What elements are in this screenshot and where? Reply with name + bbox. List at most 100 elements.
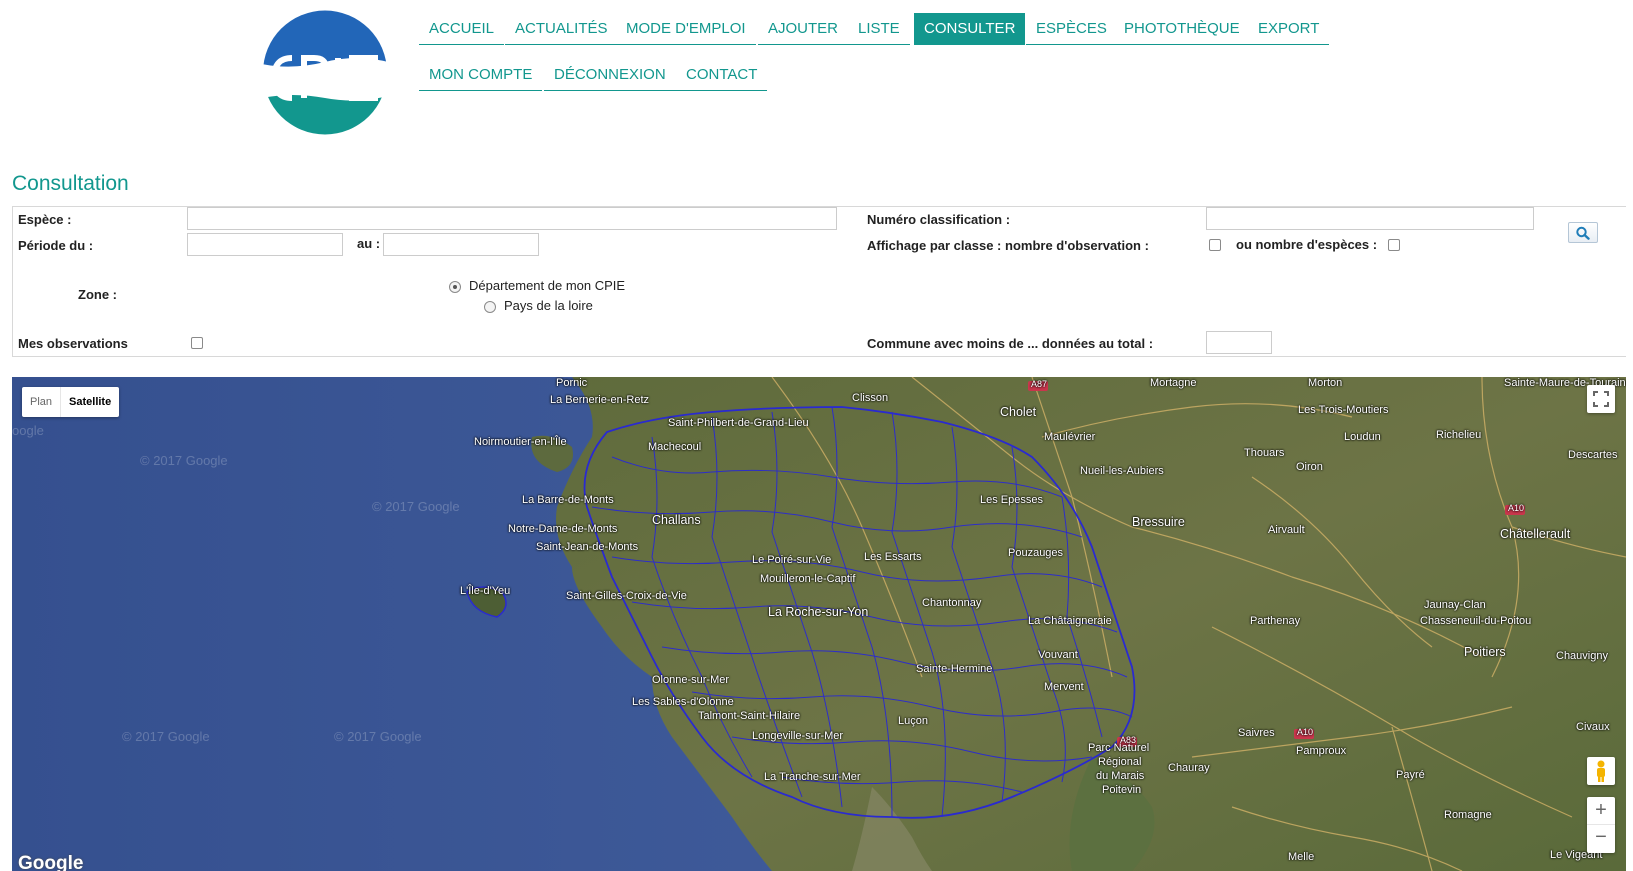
numero-classification-label: Numéro classification : <box>867 212 1011 227</box>
nav-mode-emploi[interactable]: MODE D'EMPLOI <box>616 13 756 45</box>
map-place-label: Pamproux <box>1296 745 1347 757</box>
nav-export[interactable]: EXPORT <box>1248 13 1330 45</box>
map-place-label: Les Epesses <box>980 494 1043 506</box>
map-watermark: © 2017 Google <box>122 729 210 744</box>
pegman-button[interactable] <box>1587 757 1615 785</box>
map-place-label: Longeville-sur-Mer <box>752 730 844 742</box>
map-place-label: La Bernerie-en-Retz <box>550 394 650 406</box>
map-view[interactable]: A87 A83 A10 A10 oogle © 2017 Google © 20… <box>12 377 1626 871</box>
map-place-label: Maulévrier <box>1044 431 1096 443</box>
fullscreen-button[interactable] <box>1587 385 1615 413</box>
map-place-label: Machecoul <box>648 441 702 453</box>
map-place-label: Clisson <box>852 392 889 404</box>
map-place-label: Pouzauges <box>1008 547 1064 559</box>
nav-ajouter[interactable]: AJOUTER <box>758 13 849 45</box>
map-place-label: Châtellerault <box>1500 527 1571 541</box>
map-place-label: Mortagne <box>1150 377 1197 389</box>
zoom-in-button[interactable]: + <box>1587 797 1615 825</box>
map-place-label: Romagne <box>1444 809 1492 821</box>
fullscreen-icon <box>1593 391 1609 407</box>
map-place-label: Saint-Gilles-Croix-de-Vie <box>566 590 687 602</box>
nav-phototheque[interactable]: PHOTOTHÈQUE <box>1114 13 1250 45</box>
map-place-label: Mouilleron-le-Captif <box>760 573 856 585</box>
map-place-label: Chauvigny <box>1556 650 1608 662</box>
map-place-label: Olonne-sur-Mer <box>652 674 730 686</box>
zone-radio-departement[interactable] <box>449 281 461 293</box>
periode-label: Période du : <box>18 238 94 253</box>
mes-observations-label: Mes observations <box>18 336 128 351</box>
map-place-label: Bressuire <box>1132 515 1185 529</box>
search-button[interactable] <box>1568 222 1598 243</box>
nav-consulter[interactable]: CONSULTER <box>914 13 1026 45</box>
zone-radio-pays-loire[interactable] <box>484 301 496 313</box>
map-watermark: © 2017 Google <box>334 729 422 744</box>
map-place-label: Sainte-Hermine <box>916 663 993 675</box>
espece-input[interactable] <box>187 207 837 230</box>
nav-deconnexion[interactable]: DÉCONNEXION <box>544 59 676 91</box>
map-place-label: Les Trois-Moutiers <box>1298 404 1389 416</box>
map-place-label: Poitiers <box>1464 645 1506 659</box>
zone-option-pays-loire-label: Pays de la loire <box>504 298 593 313</box>
map-place-label: Luçon <box>898 715 928 727</box>
map-place-label: Saivres <box>1238 727 1275 739</box>
map-place-label: Les Essarts <box>864 551 922 563</box>
page-title: Consultation <box>12 172 129 195</box>
affichage-classe-label: Affichage par classe : nombre d'observat… <box>867 238 1149 253</box>
map-place-label: Parc Naturel <box>1088 742 1150 754</box>
nav-contact[interactable]: CONTACT <box>676 59 768 91</box>
au-label: au : <box>357 236 381 251</box>
zone-option-departement-label: Département de mon CPIE <box>469 278 626 293</box>
map-watermark: oogle <box>12 423 44 438</box>
map-type-satellite-button[interactable]: Satellite <box>60 387 119 417</box>
map-place-label: Régional <box>1098 756 1142 768</box>
map-place-label: Nueil-les-Aubiers <box>1080 465 1164 477</box>
map-place-label: Loudun <box>1344 431 1381 443</box>
map-place-label: Cholet <box>1000 405 1037 419</box>
map-road-label: A10 <box>1508 503 1525 513</box>
affichage-nb-observation-checkbox[interactable] <box>1209 239 1221 251</box>
magnifier-icon <box>1576 226 1590 240</box>
map-road-label: A87 <box>1031 379 1048 389</box>
map-place-label: Challans <box>652 513 701 527</box>
map-watermark: © 2017 Google <box>140 453 228 468</box>
map-place-label: Noirmoutier-en-l'Île <box>474 436 567 448</box>
periode-to-input[interactable] <box>383 233 539 256</box>
nav-accueil[interactable]: ACCUEIL <box>419 13 505 45</box>
nav-mon-compte[interactable]: MON COMPTE <box>419 59 543 91</box>
nav-actualites[interactable]: ACTUALITÉS <box>505 13 618 45</box>
map-place-label: La Roche-sur-Yon <box>768 605 869 619</box>
map-place-label: du Marais <box>1096 770 1145 782</box>
main-navigation: ACCUEIL ACTUALITÉS MODE D'EMPLOI AJOUTER… <box>0 0 1633 100</box>
map-place-label: La Tranche-sur-Mer <box>764 771 861 783</box>
map-place-label: Pornic <box>556 377 588 389</box>
map-place-label: Notre-Dame-de-Monts <box>508 523 618 535</box>
zoom-out-button[interactable]: − <box>1587 825 1615 852</box>
map-place-label: Jaunay-Clan <box>1424 599 1486 611</box>
map-watermark: © 2017 Google <box>372 499 460 514</box>
map-type-plan-button[interactable]: Plan <box>22 387 60 417</box>
nav-especes[interactable]: ESPÈCES <box>1026 13 1117 45</box>
mes-observations-checkbox[interactable] <box>191 337 203 349</box>
map-road-label: A10 <box>1297 727 1314 737</box>
commune-input[interactable] <box>1206 331 1272 354</box>
map-place-label: Chauray <box>1168 762 1210 774</box>
nb-especes-checkbox[interactable] <box>1388 239 1400 251</box>
map-place-label: Saint-Jean-de-Monts <box>536 541 639 553</box>
map-place-label: Civaux <box>1576 721 1610 733</box>
zoom-control: + − <box>1587 797 1615 853</box>
map-place-label: Morton <box>1308 377 1343 389</box>
periode-from-input[interactable] <box>187 233 343 256</box>
pegman-icon <box>1597 760 1605 782</box>
map-place-label: Les Sables-d'Olonne <box>632 696 734 708</box>
nb-especes-label: ou nombre d'espèces : <box>1236 237 1378 252</box>
map-place-label: La Châtaigneraie <box>1028 615 1112 627</box>
numero-classification-input[interactable] <box>1206 207 1534 230</box>
map-type-control: Plan Satellite <box>22 387 120 417</box>
satellite-map <box>12 377 1626 871</box>
nav-liste[interactable]: LISTE <box>848 13 910 45</box>
map-place-label: L'Île-d'Yeu <box>460 585 511 597</box>
map-place-label: Airvault <box>1268 524 1305 536</box>
map-place-label: Descartes <box>1568 449 1618 461</box>
map-place-label: Richelieu <box>1436 429 1482 441</box>
espece-label: Espèce : <box>18 212 72 227</box>
